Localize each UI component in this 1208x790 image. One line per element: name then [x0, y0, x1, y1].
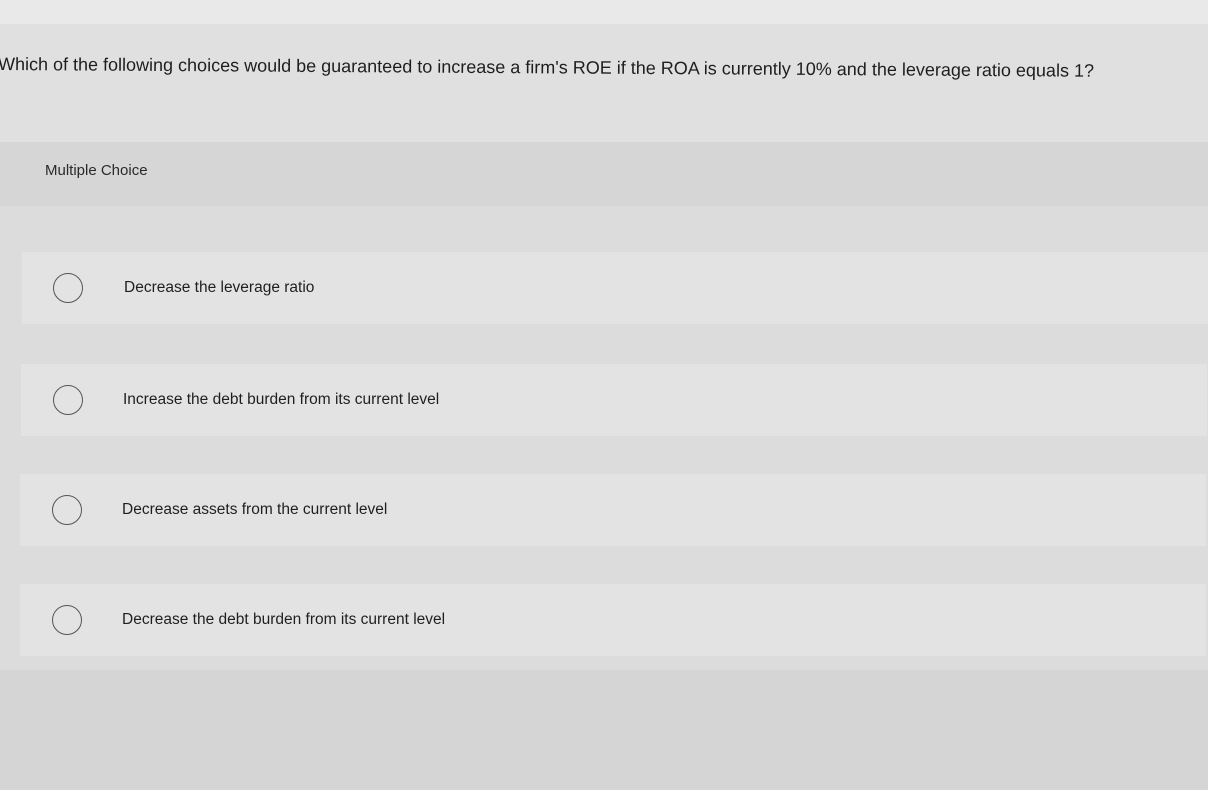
radio-button-icon[interactable] — [53, 385, 83, 415]
choice-row-3[interactable]: Decrease assets from the current level — [20, 474, 1206, 546]
radio-button-icon[interactable] — [53, 273, 83, 303]
choice-row-1[interactable]: Decrease the leverage ratio — [22, 252, 1208, 324]
radio-button-icon[interactable] — [52, 495, 82, 525]
choice-label[interactable]: Decrease the leverage ratio — [124, 278, 314, 298]
choice-row-4[interactable]: Decrease the debt burden from its curren… — [20, 584, 1206, 656]
radio-button-icon[interactable] — [52, 605, 82, 635]
choice-label[interactable]: Increase the debt burden from its curren… — [123, 390, 439, 410]
bottom-band — [0, 670, 1208, 790]
choice-row-2[interactable]: Increase the debt burden from its curren… — [21, 364, 1207, 436]
question-area — [0, 24, 1208, 144]
question-type-band — [0, 142, 1208, 206]
choice-label[interactable]: Decrease assets from the current level — [122, 500, 387, 520]
question-type-label: Multiple Choice — [45, 162, 148, 179]
top-band — [0, 0, 1208, 24]
choice-label[interactable]: Decrease the debt burden from its curren… — [122, 610, 445, 630]
